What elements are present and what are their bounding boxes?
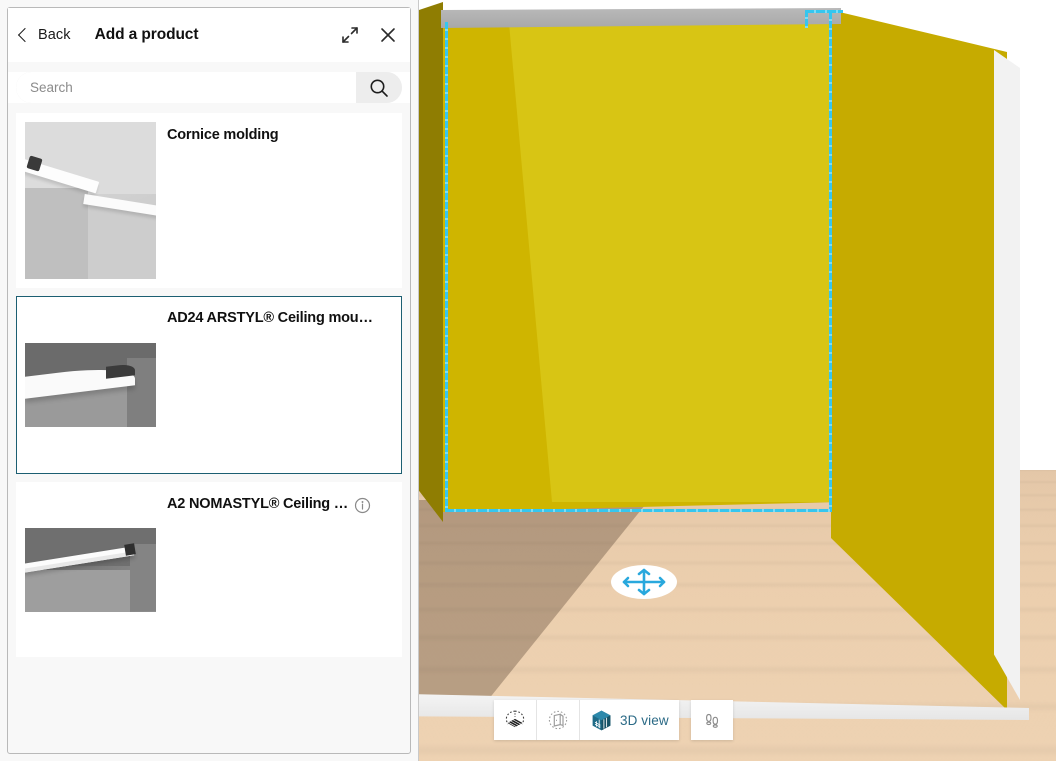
product-card-cornice-molding[interactable]: Cornice molding xyxy=(16,113,402,288)
expand-icon[interactable] xyxy=(340,25,360,45)
room-scene xyxy=(419,0,1056,761)
product-name: A2 NOMASTYL® Ceiling … xyxy=(167,495,348,513)
product-card-a2-nomastyl[interactable]: A2 NOMASTYL® Ceiling … xyxy=(16,482,402,657)
elevation-view-button[interactable] xyxy=(537,700,580,740)
search-row xyxy=(8,72,410,103)
back-button-label: Back xyxy=(38,27,71,43)
right-wall-edge xyxy=(994,50,1020,700)
selection-edge-right xyxy=(829,12,832,512)
selection-edge-bottom xyxy=(445,509,832,512)
back-button[interactable]: Back xyxy=(18,23,73,47)
close-icon[interactable] xyxy=(378,25,398,45)
product-card-body: A2 NOMASTYL® Ceiling … xyxy=(156,491,393,648)
panel-header: Back Add a product xyxy=(8,8,410,62)
3d-view-label: 3D view xyxy=(620,713,669,728)
header-actions xyxy=(340,25,398,45)
search-icon xyxy=(368,77,390,99)
selection-edge-top xyxy=(805,10,843,13)
elevation-view-icon xyxy=(547,709,569,731)
product-name: AD24 ARSTYL® Ceiling mou… xyxy=(167,309,373,327)
search-bar xyxy=(16,72,402,103)
product-card-body: AD24 ARSTYL® Ceiling mou… xyxy=(156,305,393,465)
info-icon[interactable] xyxy=(354,497,371,514)
walkthrough-group xyxy=(691,700,733,740)
product-results-list[interactable]: Cornice molding AD24 ARSTYL® Ceiling mou… xyxy=(8,113,410,761)
product-picker-screen: Back Add a product xyxy=(0,0,1056,761)
product-name: Cornice molding xyxy=(167,126,278,144)
move-gizmo[interactable] xyxy=(611,565,677,599)
footsteps-icon xyxy=(701,709,723,731)
view-mode-group: 3D view xyxy=(494,700,679,740)
add-product-panel: Back Add a product xyxy=(0,0,419,761)
chevron-left-icon xyxy=(18,28,32,42)
selection-edge-left xyxy=(445,22,448,512)
product-thumbnail xyxy=(25,343,156,427)
3d-view-button[interactable]: 3D view xyxy=(580,700,679,740)
search-button[interactable] xyxy=(356,72,402,103)
product-thumbnail xyxy=(25,122,156,279)
product-card-body: Cornice molding xyxy=(156,122,393,279)
3d-viewport[interactable]: 3D view xyxy=(419,0,1056,761)
page-title: Add a product xyxy=(95,26,199,44)
product-card-ad24-arstyl[interactable]: AD24 ARSTYL® Ceiling mou… xyxy=(16,296,402,474)
floor-plan-icon xyxy=(504,709,526,731)
product-thumbnail xyxy=(25,528,156,612)
search-input[interactable] xyxy=(16,72,356,103)
selection-edge-top-left xyxy=(805,10,808,28)
left-wall-surface[interactable] xyxy=(419,2,443,522)
view-mode-toolbar: 3D view xyxy=(494,700,733,740)
floor-plan-view-button[interactable] xyxy=(494,700,537,740)
walkthrough-button[interactable] xyxy=(691,700,733,740)
cube-3d-icon xyxy=(590,709,613,732)
